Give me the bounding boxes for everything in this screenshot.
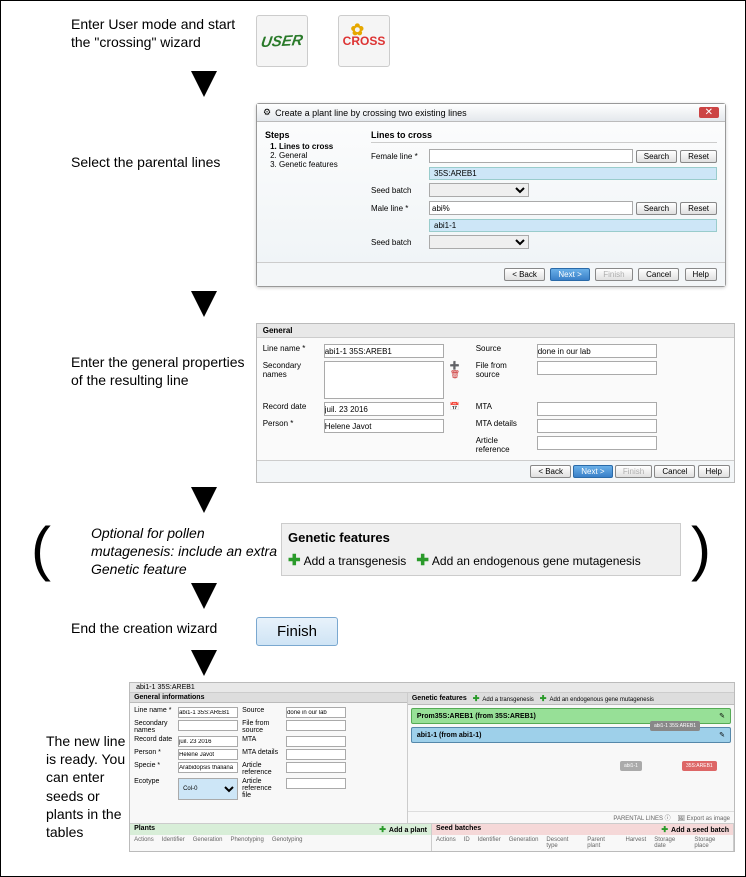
male-line-label: Male line * — [371, 204, 426, 213]
add-endogenous-button[interactable]: ✚Add an endogenous gene mutagenesis — [416, 554, 640, 568]
help-icon[interactable]: ⓘ — [665, 816, 671, 822]
cancel-button[interactable]: Cancel — [638, 268, 679, 281]
result-tab[interactable]: abi1-1 35S:AREB1 — [130, 683, 734, 693]
male-line-hint[interactable]: abi1-1 — [429, 219, 717, 232]
secondary-input[interactable] — [178, 720, 238, 731]
wizard-step: Genetic features — [279, 160, 359, 169]
female-line-hint[interactable]: 35S:AREB1 — [429, 167, 717, 180]
wizard-step: Lines to cross — [279, 142, 359, 151]
paren-left: ( — [31, 519, 51, 579]
arrow-icon — [191, 291, 217, 317]
person-input[interactable] — [324, 419, 444, 433]
user-mode-icon[interactable]: USER — [256, 15, 308, 67]
article-ref-label: Article reference — [476, 436, 531, 454]
step6-label: The new line is ready. You can enter see… — [11, 682, 129, 841]
cancel-button[interactable]: Cancel — [654, 465, 695, 478]
add-plant-button[interactable]: ✚Add a plant — [379, 825, 427, 834]
article-ref-input[interactable] — [537, 436, 657, 450]
general-panel: General Line name * Source Secondary nam… — [256, 323, 735, 483]
source-label: Source — [476, 344, 531, 353]
plants-columns: ActionsIdentifierGenerationPhenotypingGe… — [130, 835, 431, 845]
crossing-dialog: ⚙ Create a plant line by crossing two exi… — [256, 103, 726, 287]
female-line-input[interactable] — [429, 149, 633, 163]
add-icon[interactable]: ➕🗑 — [450, 361, 470, 379]
record-date-input[interactable] — [324, 402, 444, 416]
step5-label: End the creation wizard — [11, 615, 256, 637]
app-icon: ⚙ — [263, 107, 271, 118]
wizard-step: General — [279, 151, 359, 160]
seed-batch-label: Seed batch — [371, 186, 426, 195]
male-line-input[interactable] — [429, 201, 633, 215]
source-input[interactable] — [537, 344, 657, 358]
back-button[interactable]: < Back — [504, 268, 545, 281]
step1-label: Enter User mode and start the "crossing"… — [11, 11, 256, 51]
arrow-icon — [191, 487, 217, 513]
mta-details-label: MTA details — [476, 419, 531, 428]
gf-title: Genetic features — [288, 530, 674, 545]
plus-icon: ✚ — [288, 552, 301, 569]
step2-label: Select the parental lines — [11, 103, 256, 171]
finish-button[interactable]: Finish — [256, 617, 338, 646]
result-view: abi1-1 35S:AREB1 General informations Li… — [129, 682, 735, 852]
step4-label: Optional for pollen mutagenesis: include… — [51, 520, 281, 579]
arrow-icon — [191, 650, 217, 676]
panel-title: General — [257, 324, 734, 338]
edit-icon[interactable]: ✎ — [719, 712, 725, 720]
search-button[interactable]: Search — [636, 202, 677, 215]
crossing-wizard-icon[interactable]: CROSS — [338, 15, 390, 67]
general-info-header: General informations — [130, 693, 407, 703]
finish-button: Finish — [595, 268, 632, 281]
ecotype-select[interactable]: Col-0Landsberg — [178, 778, 238, 800]
seed-batch-select[interactable] — [429, 235, 529, 249]
line-name-label: Line name * — [263, 344, 318, 353]
dialog-title: Create a plant line by crossing two exis… — [275, 108, 467, 118]
steps-heading: Steps — [265, 130, 290, 140]
secondary-names-input[interactable] — [324, 361, 444, 399]
help-button[interactable]: Help — [698, 465, 730, 478]
line-name-input[interactable] — [178, 707, 238, 718]
seed-batch-label: Seed batch — [371, 238, 426, 247]
search-button[interactable]: Search — [636, 150, 677, 163]
seed-batch-select[interactable] — [429, 183, 529, 197]
mta-details-input[interactable] — [537, 419, 657, 433]
plus-icon: ✚ — [416, 552, 429, 569]
record-date-label: Record date — [263, 402, 318, 411]
mta-input[interactable] — [537, 402, 657, 416]
source-input[interactable] — [286, 707, 346, 718]
lineage-diagram: abi1-1 35S:AREB1 abi1-1 35S:AREB1 — [620, 721, 730, 791]
file-source-label: File from source — [476, 361, 531, 379]
seeds-columns: ActionsIDIdentifierGenerationDescent typ… — [432, 835, 733, 851]
parental-lines-label: PARENTAL LINES — [613, 816, 663, 822]
section-title: Lines to cross — [371, 130, 717, 143]
help-button[interactable]: Help — [685, 268, 717, 281]
file-source-input[interactable] — [537, 361, 657, 375]
arrow-icon — [191, 583, 217, 609]
mta-label: MTA — [476, 402, 531, 411]
step3-label: Enter the general properties of the resu… — [11, 323, 256, 389]
finish-button: Finish — [615, 465, 652, 478]
add-transgenesis-button[interactable]: ✚Add a transgenesis — [473, 694, 534, 703]
add-seed-button[interactable]: ✚Add a seed batch — [661, 825, 729, 834]
calendar-icon[interactable]: 📅 — [450, 402, 470, 411]
next-button[interactable]: Next > — [573, 465, 612, 478]
reset-button[interactable]: Reset — [680, 202, 717, 215]
close-icon[interactable]: ✕ — [699, 107, 719, 118]
genetic-features-panel: Genetic features ✚Add a transgenesis ✚Ad… — [281, 523, 681, 576]
next-button[interactable]: Next > — [550, 268, 589, 281]
person-label: Person * — [263, 419, 318, 428]
plants-header: Plants — [134, 825, 155, 834]
seeds-header: Seed batches — [436, 825, 481, 834]
reset-button[interactable]: Reset — [680, 150, 717, 163]
add-endogenous-button[interactable]: ✚Add an endogenous gene mutagenesis — [540, 694, 654, 703]
export-image-button[interactable]: 🖼 Export as image — [677, 816, 730, 822]
female-line-label: Female line * — [371, 152, 426, 161]
add-transgenesis-button[interactable]: ✚Add a transgenesis — [288, 554, 406, 568]
line-name-input[interactable] — [324, 344, 444, 358]
back-button[interactable]: < Back — [530, 465, 571, 478]
secondary-names-label: Secondary names — [263, 361, 318, 379]
arrow-icon — [191, 71, 217, 97]
paren-right: ) — [691, 519, 711, 579]
gf-header: Genetic features — [412, 695, 467, 702]
